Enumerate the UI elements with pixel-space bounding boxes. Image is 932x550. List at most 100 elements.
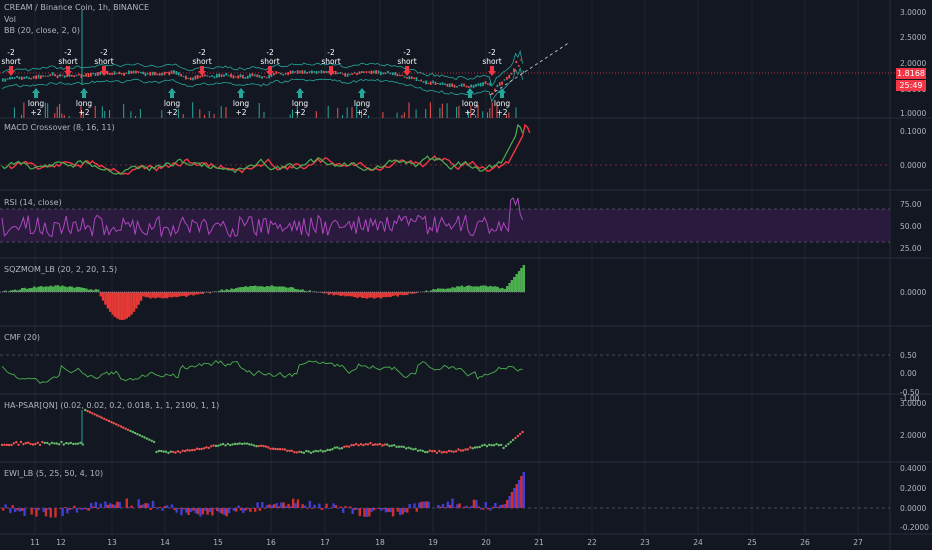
chart-canvas[interactable]: 3.00002.50002.00001.50001.00000.10000.00… — [0, 0, 932, 550]
ewi-bar — [42, 508, 45, 512]
squeeze-momentum-bar — [349, 292, 352, 297]
ewi-bar — [265, 505, 269, 508]
x-tick-label: 18 — [375, 538, 385, 547]
short-signal-label: short — [482, 57, 501, 66]
squeeze-momentum-bar — [441, 288, 445, 292]
candle — [142, 71, 144, 75]
candle — [467, 86, 470, 88]
candle — [132, 70, 135, 74]
psar-dot — [176, 450, 180, 453]
volume-bar — [123, 104, 125, 118]
squeeze-momentum-bar — [246, 286, 250, 292]
ewi-bar — [282, 502, 285, 508]
long-arrow-icon — [168, 88, 176, 98]
squeeze-momentum-bar — [187, 292, 190, 296]
candle — [25, 76, 28, 79]
squeeze-momentum-bar — [372, 292, 376, 299]
long-signal-value: +2 — [464, 108, 475, 117]
psar-dot — [145, 437, 149, 440]
candle — [344, 73, 346, 77]
short-signal-value: -2 — [488, 48, 496, 57]
volume-bar — [130, 111, 132, 118]
ewi-bar — [475, 499, 478, 508]
squeeze-momentum-bar — [396, 292, 399, 297]
price-badge: 1.8168 — [896, 68, 926, 79]
candle — [498, 82, 501, 86]
volume-bar — [446, 103, 448, 118]
x-tick-label: 11 — [30, 538, 40, 547]
candle — [382, 72, 385, 75]
psar-dot — [516, 434, 520, 438]
candle — [59, 74, 61, 77]
candle — [396, 73, 399, 77]
psar-dot — [457, 448, 460, 451]
psar-dot — [402, 445, 405, 449]
psar-dot — [5, 443, 8, 447]
candle — [292, 70, 294, 74]
squeeze-momentum-bar — [120, 292, 124, 320]
candle — [399, 74, 401, 77]
candle — [413, 77, 415, 79]
ewi-bar — [334, 505, 338, 508]
ewi-bar — [289, 506, 293, 508]
ewi-bar — [391, 508, 395, 517]
ewi-bar — [522, 472, 525, 508]
psar-dot — [333, 446, 336, 449]
volume-bar — [258, 102, 260, 118]
candle — [204, 74, 206, 77]
psar-dot — [483, 443, 486, 447]
psar-dot — [124, 427, 127, 430]
ewi-bar — [487, 508, 490, 510]
long-signal-value: +2 — [235, 108, 246, 117]
squeeze-momentum-bar — [78, 287, 81, 292]
psar-dot — [24, 441, 27, 445]
header-symbol: CREAM / Binance Coin, 1h, BINANCE — [4, 3, 150, 12]
candle — [223, 74, 225, 77]
psar-dot — [112, 422, 115, 425]
ewi-bar — [387, 508, 390, 512]
psar-dot — [245, 442, 249, 445]
psar-dot — [359, 443, 363, 446]
candle — [163, 71, 166, 76]
ewi-bar — [358, 508, 361, 517]
psar-dot — [129, 429, 132, 433]
psar-dot — [328, 448, 332, 452]
psar-dot — [181, 449, 184, 452]
psar-dot — [155, 450, 158, 454]
ewi-bar — [510, 492, 514, 508]
ewi-bar — [396, 508, 399, 512]
psar-dot — [236, 442, 239, 446]
psar-dot — [459, 449, 462, 452]
candle — [479, 82, 482, 87]
psar-dot — [143, 436, 146, 439]
candle — [168, 71, 171, 76]
short-signal-value: -2 — [266, 48, 274, 57]
ewi-bar — [204, 508, 207, 511]
candle — [294, 71, 297, 73]
psar-dot — [224, 444, 227, 447]
psar-dot — [29, 442, 32, 446]
ewi-bar — [382, 508, 385, 510]
squeeze-momentum-bar — [344, 292, 347, 297]
psar-dot — [126, 428, 130, 431]
ewi-bar — [161, 508, 164, 511]
ewi-bar — [318, 503, 321, 508]
candle — [2, 78, 4, 82]
candle — [196, 75, 199, 79]
ewi-bar — [85, 508, 88, 510]
squeeze-momentum-bar — [377, 292, 380, 298]
volume-bar — [489, 108, 491, 118]
volume-bar — [508, 112, 510, 118]
candle — [460, 83, 463, 87]
psar-dot — [298, 450, 301, 453]
ewi-bar — [258, 508, 262, 511]
squeeze-momentum-bar — [361, 292, 364, 298]
volume-bar — [342, 115, 343, 118]
squeeze-momentum-bar — [54, 285, 57, 292]
psar-dot — [76, 442, 80, 445]
ewi-bar — [477, 506, 480, 508]
psar-dot — [324, 449, 327, 453]
ewi-bar — [491, 506, 495, 508]
candle — [220, 74, 223, 78]
psar-dot — [416, 449, 420, 452]
